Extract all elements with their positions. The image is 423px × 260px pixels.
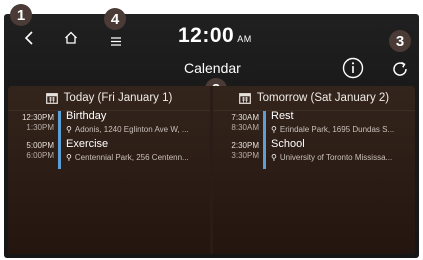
event-start: 5:00PM	[26, 141, 54, 150]
event-times: 7:30AM 8:30AM	[215, 113, 259, 133]
calendar-panel: Today (Fri January 1) 12:30PM 1:30PM Bir…	[8, 86, 415, 254]
info-icon	[342, 57, 364, 79]
menu-icon	[111, 37, 121, 46]
calendar-icon	[238, 93, 251, 104]
event-item[interactable]: 2:30PM 3:30PM School ⚲ University of Toro…	[213, 138, 415, 172]
event-location-text: Adonis, 1240 Eglinton Ave W, ...	[74, 125, 189, 134]
event-item[interactable]: 5:00PM 6:00PM Exercise ⚲ Centennial Park,…	[8, 138, 210, 172]
event-location: ⚲ Centennial Park, 256 Centenn...	[66, 153, 208, 162]
event-end: 6:00PM	[26, 151, 54, 160]
event-location-text: Centennial Park, 256 Centenn...	[74, 153, 189, 162]
event-color-bar	[58, 111, 61, 141]
location-pin-icon: ⚲	[66, 153, 72, 162]
event-times: 12:30PM 1:30PM	[10, 113, 54, 133]
event-name: Rest	[271, 110, 294, 122]
calendar-icon	[45, 93, 58, 104]
callout-3: 3	[389, 30, 411, 52]
info-button[interactable]	[342, 57, 364, 84]
tomorrow-header: Tomorrow (Sat January 2)	[213, 88, 415, 108]
refresh-icon	[393, 61, 407, 76]
event-location: ⚲ University of Toronto Mississa...	[271, 153, 413, 162]
home-button[interactable]	[64, 31, 78, 49]
event-start: 2:30PM	[231, 141, 259, 150]
today-column[interactable]: Today (Fri January 1) 12:30PM 1:30PM Bir…	[8, 86, 210, 254]
clock-time: 12:00	[178, 24, 235, 47]
today-header: Today (Fri January 1)	[8, 88, 210, 108]
chevron-left-icon	[24, 31, 33, 45]
event-color-bar	[263, 139, 266, 169]
today-header-label: Today (Fri January 1)	[63, 92, 173, 104]
tomorrow-header-label: Tomorrow (Sat January 2)	[256, 92, 390, 104]
event-color-bar	[58, 139, 61, 169]
callout-4: 4	[104, 8, 126, 30]
refresh-button[interactable]	[391, 60, 409, 83]
event-end: 3:30PM	[231, 151, 259, 160]
clock-ampm: AM	[237, 34, 252, 44]
event-start: 12:30PM	[21, 113, 54, 122]
status-clock: 12:00 AM	[178, 24, 252, 48]
menu-button[interactable]	[111, 33, 121, 51]
location-pin-icon: ⚲	[66, 125, 72, 134]
event-name: School	[271, 138, 305, 150]
page-title: Calendar	[184, 60, 241, 76]
location-pin-icon: ⚲	[271, 125, 277, 134]
event-end: 8:30AM	[231, 123, 259, 132]
event-location-text: Erindale Park, 1695 Dundas S...	[279, 125, 395, 134]
location-pin-icon: ⚲	[271, 153, 277, 162]
event-times: 5:00PM 6:00PM	[10, 141, 54, 161]
back-button[interactable]	[24, 31, 34, 50]
event-name: Birthday	[66, 110, 107, 122]
event-location: ⚲ Erindale Park, 1695 Dundas S...	[271, 125, 413, 134]
event-color-bar	[263, 111, 266, 141]
event-name: Exercise	[66, 138, 109, 150]
event-times: 2:30PM 3:30PM	[215, 141, 259, 161]
home-icon	[65, 31, 77, 44]
event-start: 7:30AM	[231, 113, 259, 122]
event-location-text: University of Toronto Mississa...	[279, 153, 393, 162]
event-end: 1:30PM	[26, 123, 54, 132]
tomorrow-column[interactable]: Tomorrow (Sat January 2) 7:30AM 8:30AM R…	[213, 86, 415, 254]
event-location: ⚲ Adonis, 1240 Eglinton Ave W, ...	[66, 125, 208, 134]
callout-1: 1	[10, 4, 32, 26]
